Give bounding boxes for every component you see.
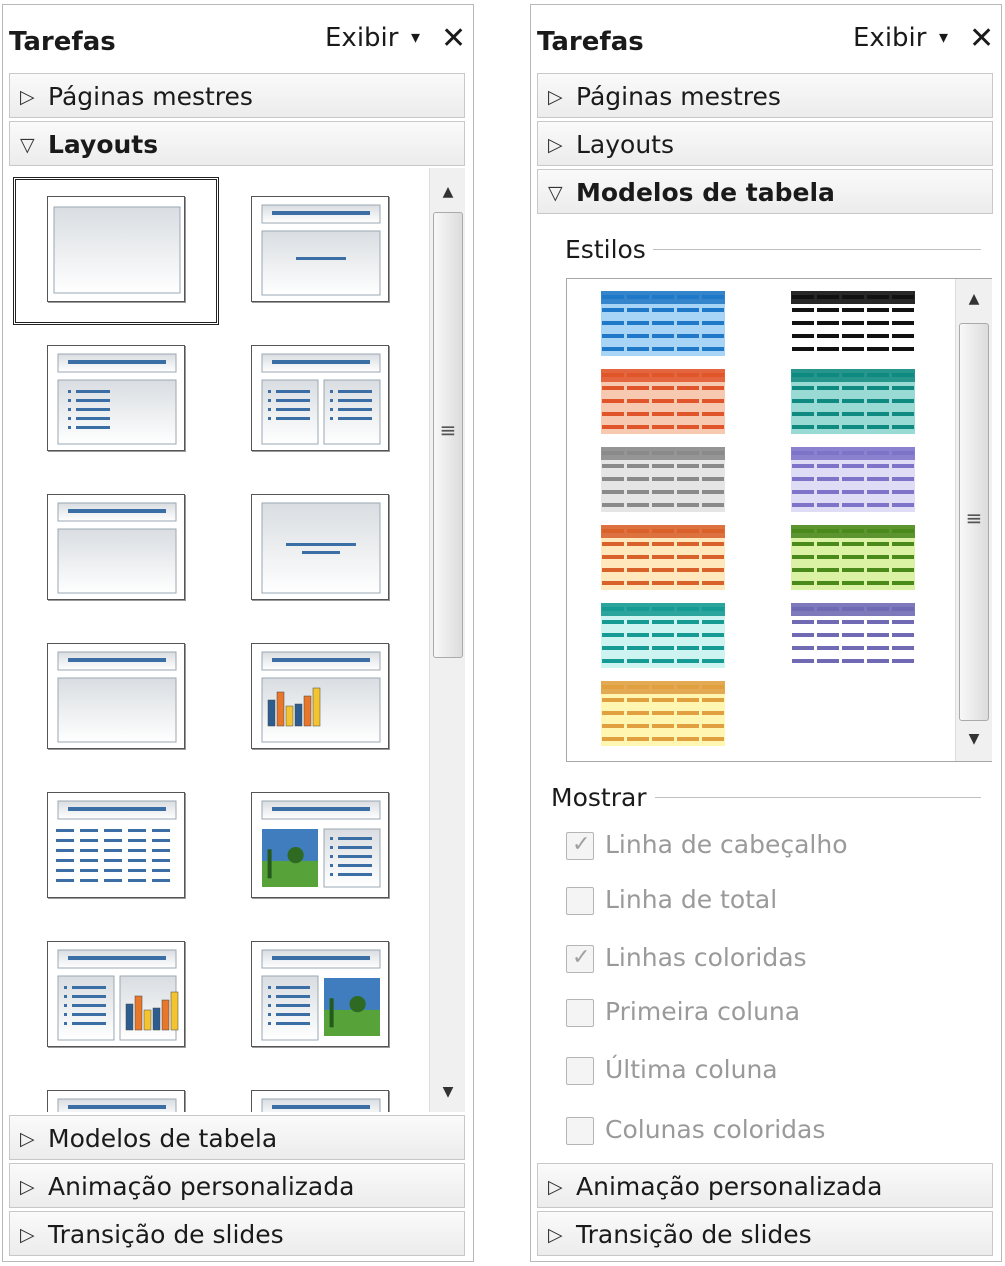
- panel-title: Tarefas: [9, 27, 116, 57]
- close-icon[interactable]: ✕: [441, 21, 466, 56]
- layout-thumb-title-only[interactable]: [47, 494, 185, 600]
- layout-thumb-title-table[interactable]: [47, 792, 185, 898]
- styles-group-label: Estilos: [565, 235, 646, 264]
- expanded-triangle-icon: ▽: [20, 134, 35, 156]
- section-custom-animation[interactable]: ▷ Animação personalizada: [9, 1163, 465, 1208]
- collapsed-triangle-icon: ▷: [20, 1224, 35, 1246]
- view-menu-button[interactable]: Exibir: [853, 23, 926, 53]
- layout-thumb-title-only-centered[interactable]: [251, 196, 389, 302]
- option-label: Primeira coluna: [605, 997, 801, 1026]
- layout-thumb-text-image[interactable]: [251, 941, 389, 1047]
- layouts-grid: ▲ ≡ ▼: [9, 168, 465, 1112]
- collapsed-triangle-icon: ▷: [548, 86, 563, 108]
- layout-thumb-title-two-content[interactable]: [251, 345, 389, 451]
- section-table-design[interactable]: ▽ Modelos de tabela: [537, 169, 993, 214]
- option-checkbox[interactable]: [566, 1057, 594, 1085]
- collapsed-triangle-icon: ▷: [20, 1128, 35, 1150]
- table-style-swatch[interactable]: [791, 291, 917, 357]
- checkmark-icon: ✓: [572, 945, 591, 970]
- panel-title: Tarefas: [537, 27, 644, 57]
- panel-titlebar: Tarefas Exibir ▾ ✕: [531, 5, 1001, 71]
- layouts-scrollbar[interactable]: ▲ ≡ ▼: [429, 168, 465, 1112]
- view-menu-button[interactable]: Exibir: [325, 23, 398, 53]
- scroll-grip-icon: ≡: [965, 506, 983, 530]
- layout-thumb-centered-text[interactable]: [251, 494, 389, 600]
- show-divider: [655, 797, 981, 798]
- table-style-swatch[interactable]: [791, 369, 917, 435]
- scrollbar-thumb[interactable]: ≡: [433, 212, 463, 658]
- option-label: Linhas coloridas: [605, 943, 807, 972]
- section-label: Páginas mestres: [576, 82, 781, 111]
- expanded-triangle-icon: ▽: [548, 182, 563, 204]
- option-checkbox[interactable]: [566, 887, 594, 915]
- table-style-swatch[interactable]: [791, 603, 917, 669]
- view-dropdown-icon[interactable]: ▾: [411, 27, 420, 48]
- section-label: Layouts: [48, 130, 159, 159]
- selected-layout-frame: [13, 177, 219, 325]
- section-layouts[interactable]: ▷ Layouts: [537, 121, 993, 166]
- table-style-swatch[interactable]: [601, 291, 727, 357]
- layout-thumb-partial[interactable]: [47, 1090, 185, 1112]
- collapsed-triangle-icon: ▷: [20, 86, 35, 108]
- table-style-swatch[interactable]: [601, 447, 727, 513]
- section-custom-animation[interactable]: ▷ Animação personalizada: [537, 1163, 993, 1208]
- option-checkbox[interactable]: ✓: [566, 832, 594, 860]
- table-style-swatch[interactable]: [601, 525, 727, 591]
- close-icon[interactable]: ✕: [969, 21, 994, 56]
- option-label: Colunas coloridas: [605, 1115, 826, 1144]
- section-layouts[interactable]: ▽ Layouts: [9, 121, 465, 166]
- checkmark-icon: ✓: [572, 832, 591, 857]
- section-label: Animação personalizada: [576, 1172, 883, 1201]
- section-label: Animação personalizada: [48, 1172, 355, 1201]
- collapsed-triangle-icon: ▷: [20, 1176, 35, 1198]
- styles-scrollbar[interactable]: ▲ ≡ ▼: [955, 279, 992, 761]
- section-slide-transition[interactable]: ▷ Transição de slides: [537, 1211, 993, 1256]
- panel-titlebar: Tarefas Exibir ▾ ✕: [3, 5, 473, 71]
- option-checkbox[interactable]: [566, 1117, 594, 1145]
- section-master-pages[interactable]: ▷ Páginas mestres: [9, 73, 465, 118]
- layout-thumb-title-content-blank[interactable]: [47, 643, 185, 749]
- collapsed-triangle-icon: ▷: [548, 134, 563, 156]
- table-styles-list: ▲ ≡ ▼: [566, 278, 992, 762]
- collapsed-triangle-icon: ▷: [548, 1224, 563, 1246]
- scroll-down-icon[interactable]: ▼: [430, 1084, 465, 1100]
- table-style-swatch[interactable]: [791, 447, 917, 513]
- option-checkbox[interactable]: ✓: [566, 945, 594, 973]
- layout-thumb-title-content[interactable]: [47, 345, 185, 451]
- scroll-up-icon[interactable]: ▲: [430, 184, 465, 200]
- table-style-swatch[interactable]: [601, 603, 727, 669]
- layout-thumb-image-text[interactable]: [251, 792, 389, 898]
- show-group-label: Mostrar: [551, 783, 647, 812]
- layout-thumb-partial[interactable]: [251, 1090, 389, 1112]
- option-checkbox[interactable]: [566, 999, 594, 1027]
- collapsed-triangle-icon: ▷: [548, 1176, 563, 1198]
- scroll-down-icon[interactable]: ▼: [956, 731, 992, 747]
- scrollbar-thumb[interactable]: ≡: [959, 323, 989, 721]
- section-master-pages[interactable]: ▷ Páginas mestres: [537, 73, 993, 118]
- section-label: Transição de slides: [576, 1220, 812, 1249]
- scroll-up-icon[interactable]: ▲: [956, 291, 992, 307]
- section-slide-transition[interactable]: ▷ Transição de slides: [9, 1211, 465, 1256]
- section-label: Modelos de tabela: [48, 1124, 278, 1153]
- section-label: Páginas mestres: [48, 82, 253, 111]
- layout-thumb-text-chart[interactable]: [47, 941, 185, 1047]
- option-label: Linha de cabeçalho: [605, 830, 848, 859]
- option-label: Última coluna: [605, 1055, 778, 1084]
- table-style-swatch[interactable]: [601, 681, 727, 747]
- section-label: Transição de slides: [48, 1220, 284, 1249]
- section-label: Modelos de tabela: [576, 178, 835, 207]
- layout-thumb-title-chart[interactable]: [251, 643, 389, 749]
- tasks-panel-right: Tarefas Exibir ▾ ✕ ▷ Páginas mestres ▷ L…: [530, 4, 1002, 1262]
- table-style-swatch[interactable]: [791, 525, 917, 591]
- view-dropdown-icon[interactable]: ▾: [939, 27, 948, 48]
- scroll-grip-icon: ≡: [439, 418, 457, 442]
- section-table-design[interactable]: ▷ Modelos de tabela: [9, 1115, 465, 1160]
- section-label: Layouts: [576, 130, 675, 159]
- styles-divider: [653, 249, 981, 250]
- option-label: Linha de total: [605, 885, 778, 914]
- table-style-swatch[interactable]: [601, 369, 727, 435]
- tasks-panel-left: Tarefas Exibir ▾ ✕ ▷ Páginas mestres ▽ L…: [2, 4, 474, 1262]
